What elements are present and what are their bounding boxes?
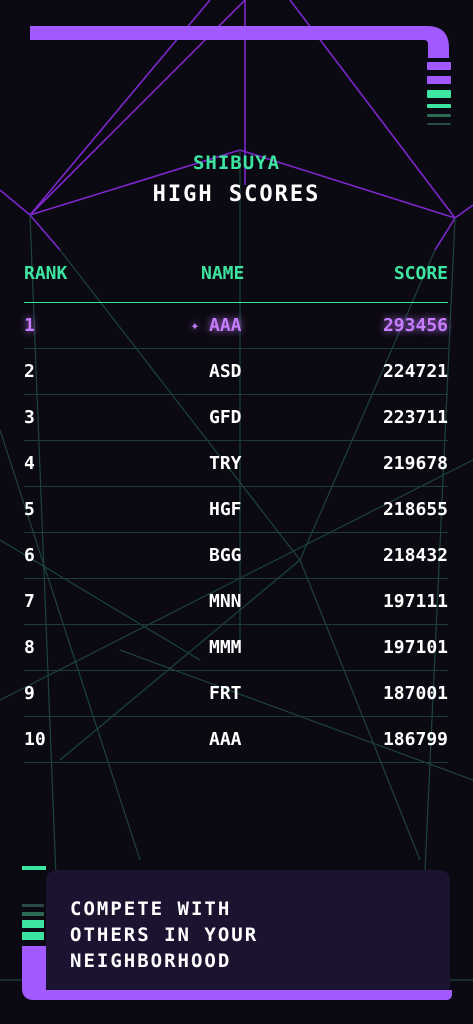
score-cell: 223711 [382,407,448,428]
score-cell: 187001 [382,683,448,704]
table-row: 5 HGF 218655 [24,487,448,533]
score-cell: 197111 [382,591,448,612]
table-row: 9 FRT 187001 [24,671,448,717]
location-label: SHIBUYA [192,152,281,174]
rank-cell: 1 [24,315,35,336]
table-row: 8 MMM 197101 [24,625,448,671]
rank-cell: 2 [24,361,35,382]
table-header: RANK NAME SCORE [24,258,448,303]
score-cell: 224721 [382,361,448,382]
rank-cell: 8 [24,637,35,658]
banner-line-2: OTHERS IN YOUR [70,924,259,946]
rank-cell: 9 [24,683,35,704]
page-title: HIGH SCORES [152,182,321,207]
score-cell: 219678 [382,453,448,474]
name-cell: TRY [209,453,242,474]
top-stripes [427,62,451,131]
name-cell: GFD [209,407,242,428]
name-cell: MNN [209,591,242,612]
name-cell: BGG [209,545,242,566]
score-header: SCORE [393,262,448,284]
score-cell: 186799 [382,729,448,750]
score-cell: 197101 [382,637,448,658]
top-frame [30,26,449,58]
score-cell: 218655 [382,499,448,520]
name-cell: AAA [209,729,242,750]
high-scores-table: RANK NAME SCORE 1 ✦ AAA 293456 2 ASD 224721 3 GF… [24,258,448,763]
table-row: 6 BGG 218432 [24,533,448,579]
score-rows: 1 ✦ AAA 293456 2 ASD 224721 3 GFD 223711 4 TRY 21967… [24,303,448,763]
compete-banner[interactable]: COMPETE WITH OTHERS IN YOUR NEIGHBORHOOD [22,866,452,1002]
score-cell: 293456 [382,315,448,336]
name-cell: ASD [209,361,242,382]
banner-text: COMPETE WITH OTHERS IN YOUR NEIGHBORHOOD [70,896,430,974]
rank-cell: 7 [24,591,35,612]
table-row: 4 TRY 219678 [24,441,448,487]
name-header: NAME [201,262,245,284]
rank-cell: 4 [24,453,35,474]
rank-cell: 3 [24,407,35,428]
sparkle-icon: ✦ [190,317,199,334]
table-row: 1 ✦ AAA 293456 [24,303,448,349]
name-cell: MMM [209,637,242,658]
banner-line-1: COMPETE WITH [70,898,232,920]
name-cell: AAA [209,315,242,336]
rank-cell: 6 [24,545,35,566]
name-cell: HGF [209,499,242,520]
score-cell: 218432 [382,545,448,566]
rank-header: RANK [24,262,68,284]
table-row: 7 MNN 197111 [24,579,448,625]
rank-cell: 10 [24,729,46,750]
table-row: 10 AAA 186799 [24,717,448,763]
table-row: 3 GFD 223711 [24,395,448,441]
rank-cell: 5 [24,499,35,520]
name-cell: FRT [209,683,242,704]
banner-line-3: NEIGHBORHOOD [70,950,232,972]
table-row: 2 ASD 224721 [24,349,448,395]
